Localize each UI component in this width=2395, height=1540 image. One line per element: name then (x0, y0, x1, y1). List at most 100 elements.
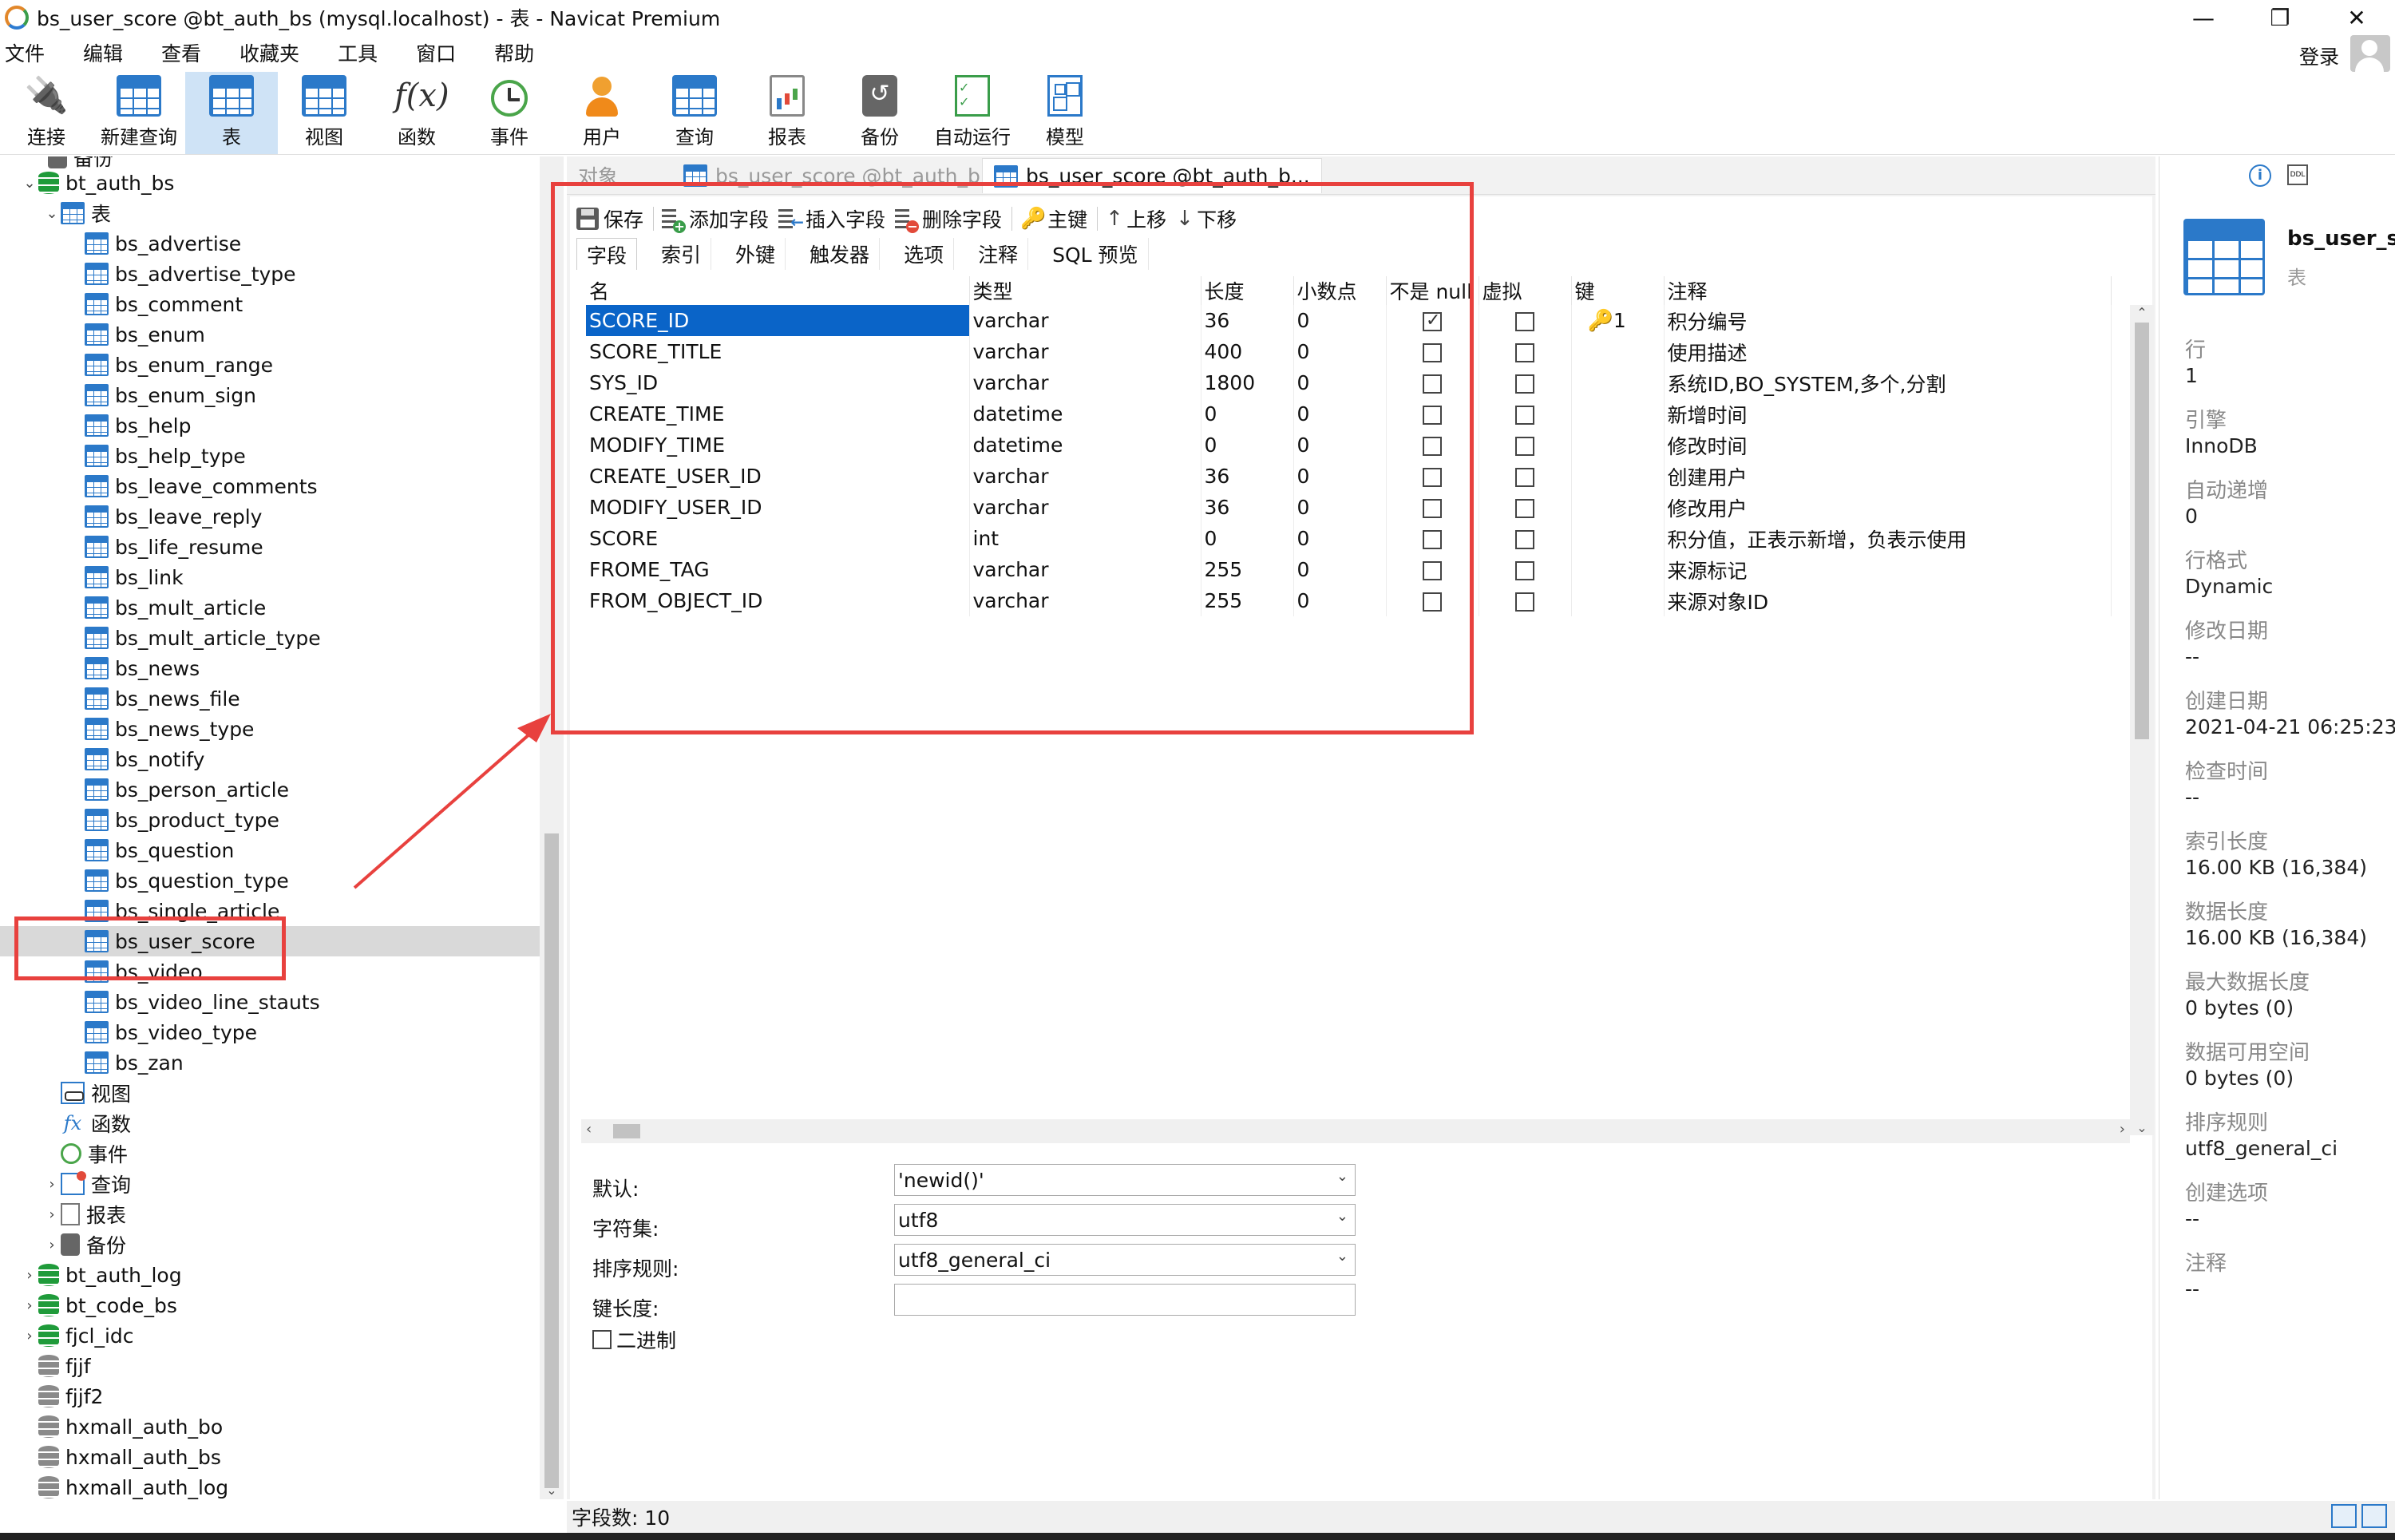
tree-item-table[interactable]: bs_leave_reply (0, 501, 540, 532)
tree-folder-view[interactable]: 视图 (43, 1078, 131, 1108)
field-comment-cell[interactable]: 积分编号 (1664, 305, 2112, 336)
field-key-cell[interactable] (1571, 523, 1665, 554)
tree-item-table[interactable]: bs_person_article (0, 774, 540, 805)
tree-item-table[interactable]: bs_mult_article (0, 592, 540, 623)
field-virtual-cell[interactable] (1479, 305, 1572, 336)
virtual-checkbox[interactable] (1515, 312, 1534, 331)
scrollbar-thumb[interactable] (2135, 323, 2149, 739)
tree-db-bt-auth-bs[interactable]: ⌄ bt_auth_bs (21, 168, 174, 198)
tree-folder-function[interactable]: fx 函数 (43, 1108, 131, 1138)
tree-folder-event[interactable]: 事件 (43, 1138, 128, 1169)
tree-item-table[interactable]: bs_question (0, 835, 540, 865)
column-header-virtual[interactable]: 虚拟 (1479, 276, 1572, 305)
field-key-cell[interactable] (1571, 430, 1665, 461)
field-comment-cell[interactable]: 来源对象ID (1664, 585, 2112, 616)
tree-db[interactable]: hxmall_auth_bs (21, 1442, 221, 1472)
chevron-right-icon[interactable]: › (21, 1297, 38, 1314)
restore-button[interactable]: ❐ (2242, 0, 2318, 35)
field-virtual-cell[interactable] (1479, 523, 1572, 554)
avatar[interactable] (2350, 35, 2390, 72)
tree-item-table[interactable]: bs_enum (0, 319, 540, 350)
virtual-checkbox[interactable] (1515, 374, 1534, 394)
tree-item-table[interactable]: bs_enum_sign (0, 380, 540, 410)
tree-item-table[interactable]: bs_video_line_stauts (0, 987, 540, 1017)
field-comment-cell[interactable]: 新增时间 (1664, 398, 2112, 430)
collation-select[interactable]: utf8_general_ci ⌄ (894, 1244, 1356, 1276)
chevron-right-icon[interactable]: › (2120, 1121, 2125, 1138)
chevron-right-icon[interactable]: › (43, 1237, 61, 1253)
tree-item-table[interactable]: bs_product_type (0, 805, 540, 835)
field-key-cell[interactable] (1571, 398, 1665, 430)
chevron-left-icon[interactable]: ‹ (586, 1121, 592, 1138)
event-button[interactable]: 事件 (463, 72, 556, 154)
report-button[interactable]: 报表 (741, 72, 833, 154)
tree-db[interactable]: › bt_code_bs (21, 1290, 176, 1320)
binary-checkbox[interactable] (592, 1330, 612, 1349)
virtual-checkbox[interactable] (1515, 530, 1534, 549)
connect-button[interactable]: 🔌 连接 (0, 72, 93, 154)
charset-select[interactable]: utf8 ⌄ (894, 1204, 1356, 1236)
field-key-cell[interactable] (1571, 336, 1665, 367)
function-button[interactable]: f(x) 函数 (370, 72, 463, 154)
scrollbar-thumb[interactable] (544, 833, 559, 1488)
ddl-icon[interactable]: DDL (2287, 164, 2308, 185)
field-virtual-cell[interactable] (1479, 492, 1572, 523)
tree-folder-query[interactable]: › 查询 (43, 1169, 131, 1199)
column-header-key[interactable]: 键 (1571, 276, 1665, 305)
tree-item-table[interactable]: bs_advertise (0, 228, 540, 259)
key-length-input[interactable] (894, 1284, 1356, 1316)
field-comment-cell[interactable]: 使用描述 (1664, 336, 2112, 367)
virtual-checkbox[interactable] (1515, 592, 1534, 612)
query-button[interactable]: 查询 (648, 72, 741, 154)
chevron-down-icon[interactable]: ⌄ (2130, 1120, 2154, 1135)
chevron-right-icon[interactable]: › (43, 1206, 61, 1223)
tree-db[interactable]: hxmall_auth_log (21, 1472, 228, 1499)
tree-item-table[interactable]: bs_life_resume (0, 532, 540, 562)
field-comment-cell[interactable]: 修改用户 (1664, 492, 2112, 523)
info-icon[interactable]: i (2249, 164, 2271, 187)
virtual-checkbox[interactable] (1515, 468, 1534, 487)
virtual-checkbox[interactable] (1515, 499, 1534, 518)
field-comment-cell[interactable]: 来源标记 (1664, 554, 2112, 585)
field-key-cell[interactable] (1571, 367, 1665, 398)
detail-view-icon[interactable] (2361, 1504, 2387, 1528)
field-comment-cell[interactable]: 积分值，正表示新增，负表示使用 (1664, 523, 2112, 554)
tree-item-table[interactable]: bs_news_file (0, 683, 540, 714)
virtual-checkbox[interactable] (1515, 561, 1534, 580)
tree-item-table[interactable]: bs_mult_article_type (0, 623, 540, 653)
menu-edit[interactable]: 编辑 (78, 38, 141, 67)
tree-folder-backup[interactable]: › 备份 (43, 1229, 126, 1260)
view-button[interactable]: 视图 (278, 72, 370, 154)
field-key-cell[interactable] (1571, 461, 1665, 492)
list-view-icon[interactable] (2331, 1504, 2357, 1528)
menu-window[interactable]: 窗口 (411, 38, 473, 67)
field-virtual-cell[interactable] (1479, 367, 1572, 398)
scrollbar-thumb[interactable] (613, 1124, 640, 1138)
tree-item-table[interactable]: bs_help_type (0, 441, 540, 471)
field-comment-cell[interactable]: 系统ID,BO_SYSTEM,多个,分割 (1664, 367, 2112, 398)
field-virtual-cell[interactable] (1479, 585, 1572, 616)
chevron-up-icon[interactable]: ⌃ (2130, 305, 2154, 320)
field-key-cell[interactable]: 🔑1 (1571, 305, 1665, 336)
chevron-right-icon[interactable]: › (21, 1328, 38, 1344)
tree-db[interactable]: › bt_auth_log (21, 1260, 181, 1290)
tree-item-table[interactable]: bs_advertise_type (0, 259, 540, 289)
new-query-button[interactable]: 新建查询 (93, 72, 185, 154)
virtual-checkbox[interactable] (1515, 437, 1534, 456)
tree-item-table[interactable]: bs_news_type (0, 714, 540, 744)
tree-item-table[interactable]: bs_video_type (0, 1017, 540, 1047)
tree-db[interactable]: hxmall_auth_bo (21, 1411, 223, 1442)
minimize-button[interactable]: — (2165, 0, 2242, 35)
tree-item-table[interactable]: bs_notify (0, 744, 540, 774)
field-virtual-cell[interactable] (1479, 554, 1572, 585)
chevron-down-icon[interactable]: ⌄ (43, 205, 61, 222)
field-comment-cell[interactable]: 修改时间 (1664, 430, 2112, 461)
tree-item-table[interactable]: bs_comment (0, 289, 540, 319)
tree-item-table[interactable]: bs_zan (0, 1047, 540, 1078)
menu-help[interactable]: 帮助 (489, 38, 552, 67)
table-button[interactable]: 表 (185, 72, 278, 154)
grid-vertical-scrollbar[interactable]: ⌃ ⌄ (2130, 305, 2154, 1135)
backup-button[interactable]: 备份 (833, 72, 926, 154)
tree-item-table[interactable]: bs_leave_comments (0, 471, 540, 501)
tree-item-table[interactable]: bs_enum_range (0, 350, 540, 380)
